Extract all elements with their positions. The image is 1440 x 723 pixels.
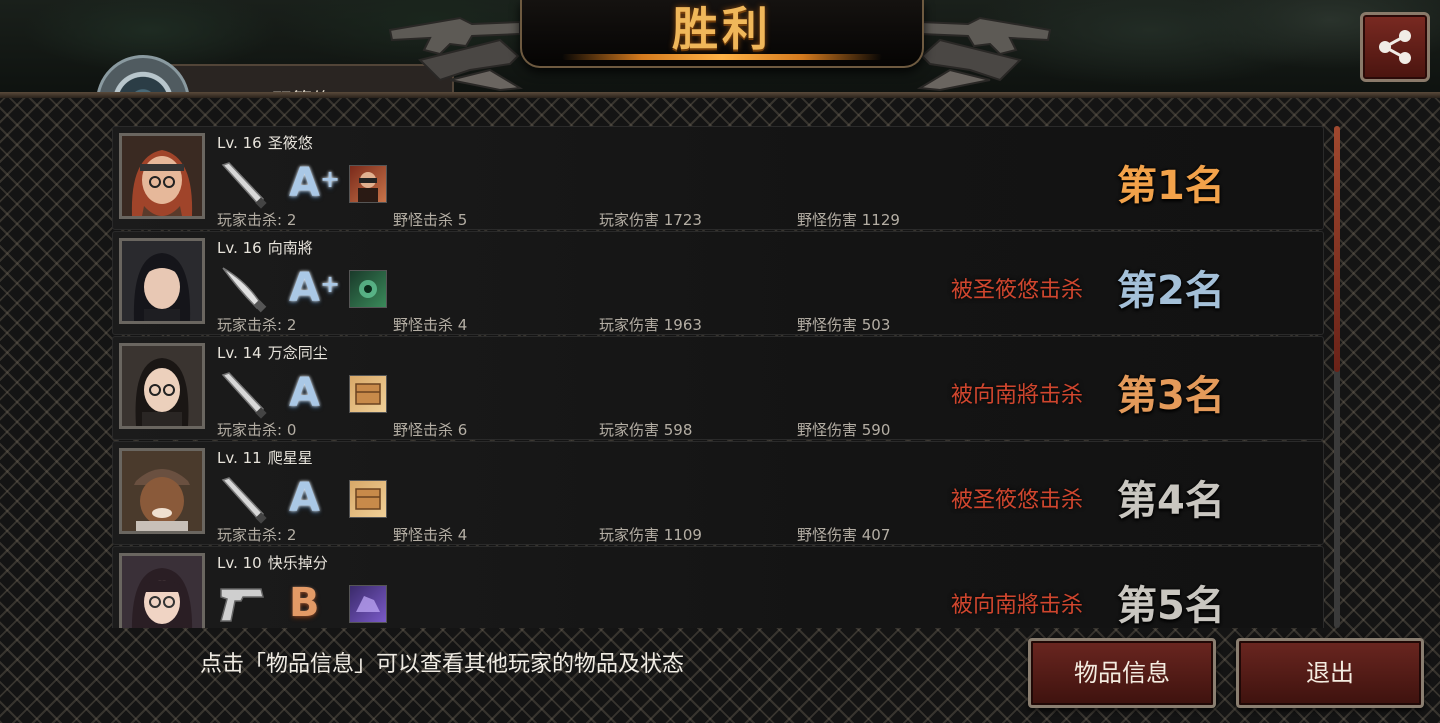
grade-badge: A [289,475,320,521]
player-row[interactable]: Lv. 16 圣筱悠 A+ 玩家击杀: 2 野怪击杀 5 玩家伤害 1723 野怪… [112,126,1324,230]
player-kills: 玩家击杀: 2 [217,211,297,229]
grade-badge: A+ [289,160,341,206]
rank-label: 第2名 [1117,268,1225,314]
killed-by: 被向南將击杀 [951,593,1084,618]
player-damage: 玩家伤害 1109 [599,526,702,544]
grade-badge: A [289,370,320,416]
player-level: Lv. 10 [217,554,262,572]
killed-by: 被圣筱悠击杀 [951,488,1084,513]
player-level-name: Lv. 16 向南將 [217,237,313,258]
bat-icon [221,477,267,524]
monster-kills: 野怪击杀 4 [393,526,468,544]
grade-badge: A+ [289,265,341,311]
scrollbar-thumb[interactable] [1334,126,1340,372]
player-avatar [119,238,205,324]
player-level: Lv. 14 [217,344,262,362]
hint-text: 点击「物品信息」可以查看其他玩家的物品及状态 [200,652,685,677]
rank-label: 第4名 [1117,478,1225,524]
player-row[interactable]: Lv. 16 向南將 A+ 玩家击杀: 2 野怪击杀 4 玩家伤害 1963 野怪… [112,231,1324,335]
player-kills: 玩家击杀: 0 [217,421,297,439]
item-icon [349,585,387,623]
monster-damage: 野怪伤害 1129 [797,211,900,229]
player-level-name: Lv. 10 快乐掉分 [217,552,328,573]
player-row[interactable]: Lv. 14 万念同尘 A 玩家击杀: 0 野怪击杀 6 玩家伤害 598 野怪伤… [112,336,1324,440]
player-name: 爬星星 [267,449,313,467]
player-kills: 玩家击杀: 2 [217,526,297,544]
player-name: 圣筱悠 [267,134,313,152]
exit-button[interactable]: 退出 [1236,638,1424,708]
share-icon [1379,30,1411,64]
player-level-name: Lv. 16 圣筱悠 [217,132,313,153]
player-level-name: Lv. 11 爬星星 [217,447,313,468]
pistol-icon [220,588,264,622]
page-title: 胜利 [672,2,772,56]
player-level: Lv. 11 [217,449,262,467]
player-name: 向南將 [267,239,313,257]
monster-kills: 野怪击杀 4 [393,316,468,334]
monster-kills: 野怪击杀 5 [393,211,468,229]
player-damage: 玩家伤害 598 [599,421,693,439]
monster-damage: 野怪伤害 407 [797,526,891,544]
monster-damage: 野怪伤害 590 [797,421,891,439]
rank-label: 第5名 [1117,583,1225,628]
grade-badge: B [289,580,320,626]
item-info-button[interactable]: 物品信息 [1028,638,1216,708]
results-list[interactable]: Lv. 16 圣筱悠 A+ 玩家击杀: 2 野怪击杀 5 玩家伤害 1723 野怪… [112,126,1324,628]
player-name: 快乐掉分 [267,554,328,572]
banner-glow [562,54,882,60]
monster-damage: 野怪伤害 503 [797,316,891,334]
killed-by: 被圣筱悠击杀 [951,278,1084,303]
player-level-name: Lv. 14 万念同尘 [217,342,328,363]
player-avatar [119,343,205,429]
rank-label: 第1名 [1117,163,1225,209]
crossed-guns-left-icon [388,16,524,92]
player-avatar [119,553,205,628]
monster-kills: 野怪击杀 6 [393,421,468,439]
bat-icon [221,162,267,209]
player-damage: 玩家伤害 1963 [599,316,702,334]
crossed-guns-right-icon [916,16,1052,92]
player-name: 万念同尘 [267,344,328,362]
player-kills: 玩家击杀: 2 [217,316,297,334]
player-row[interactable]: Lv. 10 快乐掉分 B 被向南將击杀 第5名 [112,546,1324,628]
results-scrollbar[interactable] [1334,126,1340,628]
item-icon [349,165,387,203]
panel-top-border [0,92,1440,98]
item-icon [349,270,387,308]
player-avatar [119,448,205,534]
player-row[interactable]: Lv. 11 爬星星 A 玩家击杀: 2 野怪击杀 4 玩家伤害 1109 野怪伤… [112,441,1324,545]
knife-icon [222,267,267,313]
item-icon [349,375,387,413]
bat-icon [221,372,267,419]
player-damage: 玩家伤害 1723 [599,211,702,229]
item-icon [349,480,387,518]
killed-by: 被向南將击杀 [951,383,1084,408]
player-avatar [119,133,205,219]
share-button[interactable] [1360,12,1430,82]
player-level: Lv. 16 [217,134,262,152]
rank-label: 第3名 [1117,373,1225,419]
player-level: Lv. 16 [217,239,262,257]
victory-banner: 胜利 [520,0,924,68]
